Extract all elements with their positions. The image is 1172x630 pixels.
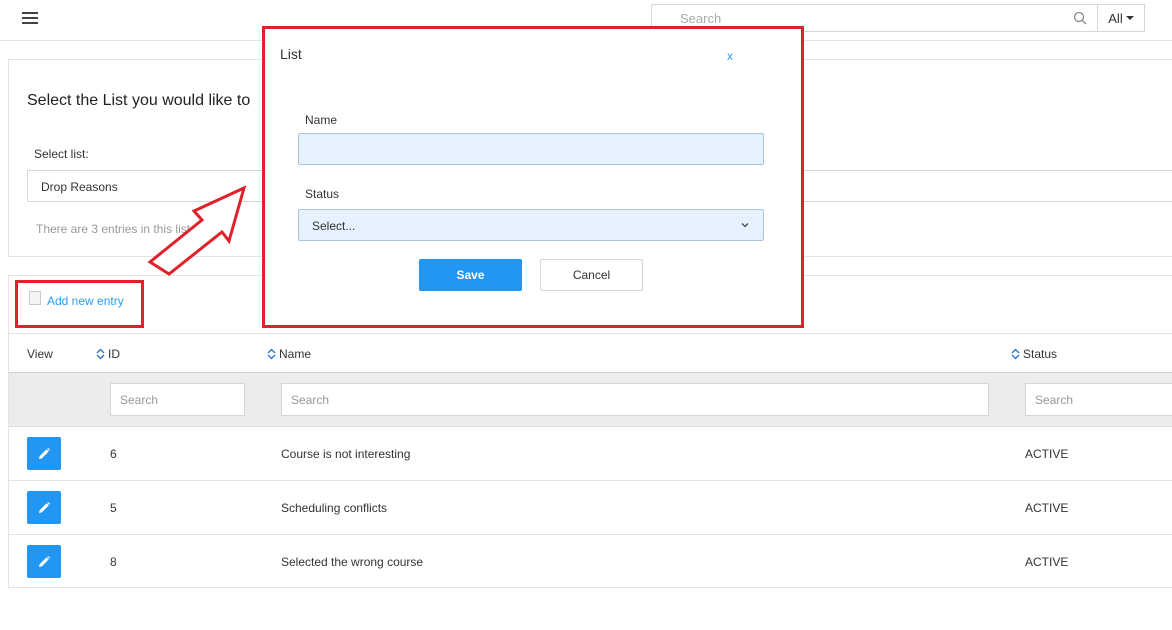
row-status: ACTIVE bbox=[1025, 555, 1069, 569]
save-button[interactable]: Save bbox=[419, 259, 522, 291]
table-row: 8 Selected the wrong course ACTIVE bbox=[9, 535, 1172, 589]
row-status: ACTIVE bbox=[1025, 501, 1069, 515]
column-header-name-label: Name bbox=[279, 347, 312, 361]
status-filter-input[interactable] bbox=[1025, 383, 1172, 416]
table-header: View ID Name Status bbox=[9, 333, 1172, 373]
column-header-id-label: ID bbox=[108, 347, 120, 361]
row-id: 5 bbox=[110, 501, 117, 515]
edit-button[interactable] bbox=[27, 437, 61, 470]
row-name: Scheduling conflicts bbox=[281, 501, 388, 515]
annotation-arrow-icon bbox=[147, 185, 247, 276]
filter-row bbox=[9, 373, 1172, 427]
edit-button[interactable] bbox=[27, 491, 61, 524]
hamburger-icon[interactable] bbox=[22, 12, 38, 26]
sort-icon bbox=[267, 348, 276, 360]
search-scope-dropdown[interactable]: All bbox=[1097, 4, 1145, 32]
caret-down-icon bbox=[1125, 16, 1134, 20]
cancel-button[interactable]: Cancel bbox=[540, 259, 643, 291]
table-row: 6 Course is not interesting ACTIVE bbox=[9, 427, 1172, 481]
name-field-label: Name bbox=[305, 113, 338, 127]
column-header-view: View bbox=[27, 347, 53, 361]
column-header-status-label: Status bbox=[1023, 347, 1058, 361]
search-scope-label: All bbox=[1108, 10, 1123, 26]
pencil-icon bbox=[39, 555, 51, 567]
pencil-icon bbox=[39, 447, 51, 459]
table-row: 5 Scheduling conflicts ACTIVE bbox=[9, 481, 1172, 535]
name-field[interactable] bbox=[298, 133, 764, 165]
column-header-name[interactable]: Name bbox=[267, 347, 311, 361]
row-name: Selected the wrong course bbox=[281, 555, 424, 569]
row-name: Course is not interesting bbox=[281, 447, 411, 461]
column-header-status[interactable]: Status bbox=[1011, 347, 1057, 361]
row-id: 6 bbox=[110, 447, 117, 461]
list-entry-modal: List x Name Status Select... Save Cancel bbox=[262, 26, 804, 328]
row-id: 8 bbox=[110, 555, 117, 569]
column-header-id[interactable]: ID bbox=[96, 347, 120, 361]
modal-close-button[interactable]: x bbox=[727, 49, 733, 63]
sort-icon bbox=[96, 348, 105, 360]
magnifier-icon[interactable] bbox=[1073, 11, 1087, 25]
column-header-view-label: View bbox=[27, 347, 53, 361]
chevron-down-icon bbox=[741, 223, 749, 228]
name-filter-input[interactable] bbox=[281, 383, 989, 416]
annotation-highlight-box bbox=[15, 280, 144, 328]
panel-heading: Select the List you would like to bbox=[27, 92, 251, 109]
status-select[interactable]: Select... bbox=[298, 209, 764, 241]
status-field-label: Status bbox=[305, 187, 340, 201]
status-select-value: Select... bbox=[312, 219, 356, 233]
id-filter-input[interactable] bbox=[110, 383, 245, 416]
row-status: ACTIVE bbox=[1025, 447, 1069, 461]
pencil-icon bbox=[39, 501, 51, 513]
sort-icon bbox=[1011, 348, 1020, 360]
modal-title: List bbox=[280, 46, 302, 62]
edit-button[interactable] bbox=[27, 545, 61, 578]
select-list-label: Select list: bbox=[34, 147, 89, 161]
